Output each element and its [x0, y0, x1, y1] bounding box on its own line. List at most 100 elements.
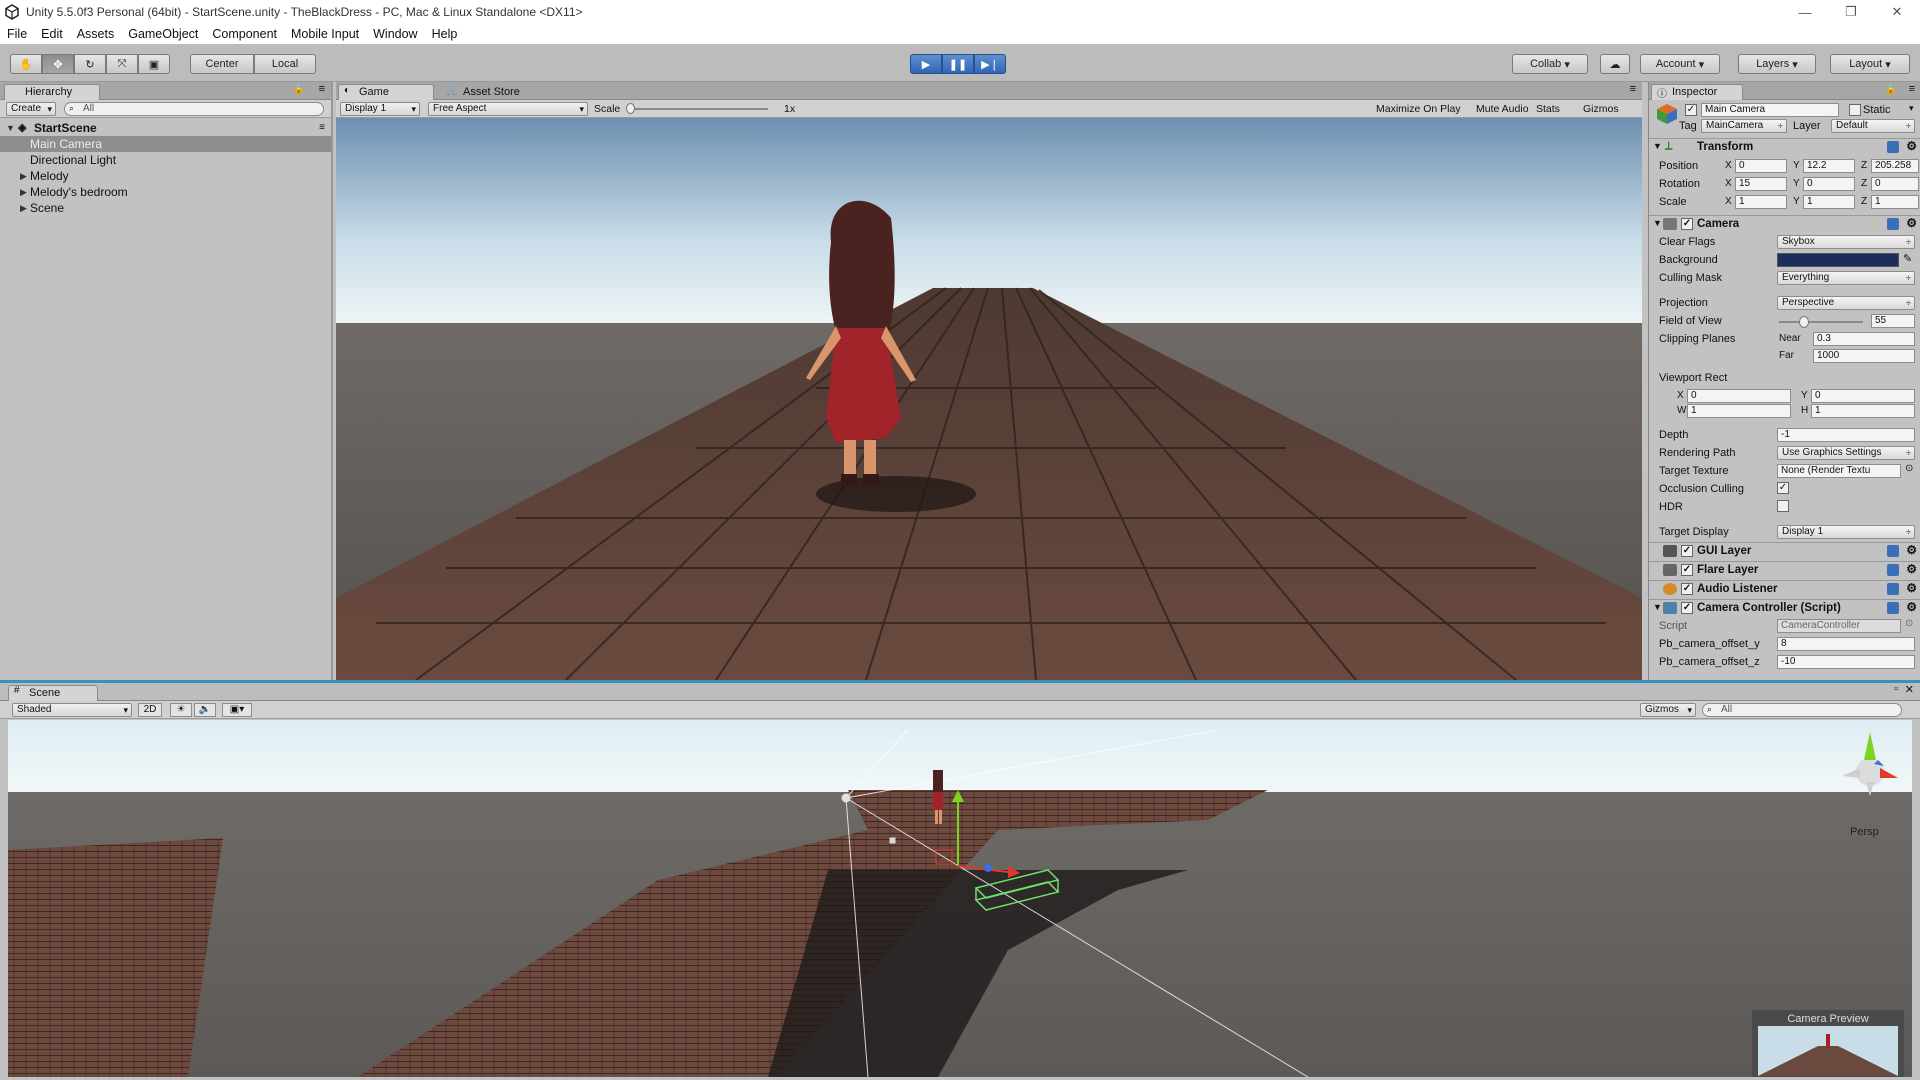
gear-icon[interactable]: ⚙: [1906, 600, 1917, 614]
maximize-icon[interactable]: ▫: [1894, 683, 1898, 695]
step-button[interactable]: ▶❘: [974, 54, 1006, 74]
expand-arrow-icon[interactable]: ▼: [6, 120, 15, 136]
collapse-arrow-icon[interactable]: ▼: [1653, 602, 1662, 612]
audio-toggle-icon[interactable]: 🔈: [194, 703, 216, 717]
menu-mobile-input[interactable]: Mobile Input: [284, 27, 366, 41]
gear-icon[interactable]: ⚙: [1906, 139, 1917, 153]
near-input[interactable]: 0.3: [1813, 332, 1915, 346]
gear-icon[interactable]: ⚙: [1906, 581, 1917, 595]
layer-dropdown[interactable]: Default: [1831, 119, 1915, 133]
lock-icon[interactable]: 🔒: [1885, 84, 1897, 95]
hierarchy-item-scene[interactable]: ▶ Scene: [0, 200, 331, 216]
static-dropdown-icon[interactable]: ▾: [1909, 103, 1914, 114]
close-icon[interactable]: ✕: [1874, 0, 1920, 24]
pause-button[interactable]: ❚❚: [942, 54, 974, 74]
viewport-x-input[interactable]: 0: [1687, 389, 1791, 403]
occlusion-culling-checkbox[interactable]: ✓: [1777, 482, 1789, 494]
pivot-center-button[interactable]: Center: [190, 54, 254, 74]
transform-component-header[interactable]: ▼ ⟂ Transform ⚙: [1649, 138, 1920, 156]
close-icon[interactable]: ✕: [1905, 683, 1914, 696]
camera-controller-component-header[interactable]: ▼ ✓ Camera Controller (Script) ⚙: [1649, 599, 1920, 617]
hierarchy-item-melody[interactable]: ▶ Melody: [0, 168, 331, 184]
scale-z-input[interactable]: 1: [1871, 195, 1919, 209]
target-display-dropdown[interactable]: Display 1: [1777, 525, 1915, 539]
pivot-local-button[interactable]: Local: [254, 54, 316, 74]
hdr-checkbox[interactable]: [1777, 500, 1789, 512]
panel-menu-icon[interactable]: ≡: [319, 83, 325, 95]
camera-enabled-checkbox[interactable]: ✓: [1681, 218, 1693, 230]
floor-plane-left[interactable]: [8, 838, 223, 1077]
object-picker-icon[interactable]: ⊙: [1905, 463, 1913, 474]
scene-menu-icon[interactable]: ≡: [319, 120, 325, 136]
layers-dropdown[interactable]: Layers ▾: [1738, 54, 1816, 74]
hierarchy-search-input[interactable]: All: [64, 102, 324, 116]
tab-asset-store[interactable]: Asset Store: [442, 84, 552, 100]
panel-menu-icon[interactable]: ≡: [1630, 83, 1636, 95]
menu-file[interactable]: File: [0, 27, 34, 41]
eyedropper-icon[interactable]: ✎: [1903, 252, 1912, 265]
fov-slider-thumb[interactable]: [1799, 316, 1810, 328]
help-icon[interactable]: [1887, 218, 1899, 230]
gear-icon[interactable]: ⚙: [1906, 216, 1917, 230]
collab-button[interactable]: Collab ▾: [1512, 54, 1588, 74]
lighting-toggle-icon[interactable]: ☀: [170, 703, 192, 717]
offset-y-input[interactable]: 8: [1777, 637, 1915, 651]
stats-button[interactable]: Stats: [1536, 103, 1560, 115]
tab-scene[interactable]: Scene: [8, 685, 98, 701]
menu-window[interactable]: Window: [366, 27, 424, 41]
hierarchy-item-directional-light[interactable]: Directional Light: [0, 152, 331, 168]
scene-render-view[interactable]: Persp Camera Preview: [8, 720, 1912, 1077]
camera-controller-enabled-checkbox[interactable]: ✓: [1681, 602, 1693, 614]
minimize-icon[interactable]: —: [1782, 0, 1828, 24]
tab-hierarchy[interactable]: Hierarchy: [4, 84, 100, 100]
panel-menu-icon[interactable]: ≡: [1909, 83, 1915, 95]
scale-slider[interactable]: [628, 108, 768, 110]
position-z-input[interactable]: 205.258: [1871, 159, 1919, 173]
background-color-swatch[interactable]: [1777, 253, 1899, 267]
help-icon[interactable]: [1887, 564, 1899, 576]
rotation-z-input[interactable]: 0: [1871, 177, 1919, 191]
menu-gameobject[interactable]: GameObject: [121, 27, 205, 41]
shading-mode-dropdown[interactable]: Shaded: [12, 703, 132, 717]
rendering-path-dropdown[interactable]: Use Graphics Settings: [1777, 446, 1915, 460]
scale-slider-thumb[interactable]: [626, 103, 635, 114]
gui-layer-component-header[interactable]: ✓ GUI Layer ⚙: [1649, 542, 1920, 560]
expand-arrow-icon[interactable]: ▶: [20, 168, 27, 184]
help-icon[interactable]: [1887, 602, 1899, 614]
hand-tool-icon[interactable]: ✋: [10, 54, 42, 74]
help-icon[interactable]: [1887, 583, 1899, 595]
far-input[interactable]: 1000: [1813, 349, 1915, 363]
viewport-w-input[interactable]: 1: [1687, 404, 1791, 418]
mute-audio-button[interactable]: Mute Audio: [1476, 103, 1529, 115]
rect-tool-icon[interactable]: ▣: [138, 54, 170, 74]
restore-icon[interactable]: ❐: [1828, 0, 1874, 24]
collapse-arrow-icon[interactable]: ▼: [1653, 141, 1662, 151]
viewport-h-input[interactable]: 1: [1811, 404, 1915, 418]
rotate-tool-icon[interactable]: ↻: [74, 54, 106, 74]
position-x-input[interactable]: 0: [1735, 159, 1787, 173]
fov-input[interactable]: 55: [1871, 314, 1915, 328]
rotation-y-input[interactable]: 0: [1803, 177, 1855, 191]
menu-component[interactable]: Component: [205, 27, 284, 41]
menu-help[interactable]: Help: [425, 27, 465, 41]
menu-edit[interactable]: Edit: [34, 27, 70, 41]
layout-dropdown[interactable]: Layout ▾: [1830, 54, 1910, 74]
lock-icon[interactable]: 🔒: [293, 84, 305, 95]
scene-gizmos-dropdown[interactable]: Gizmos: [1640, 703, 1696, 717]
audio-listener-component-header[interactable]: ✓ Audio Listener ⚙: [1649, 580, 1920, 598]
gear-icon[interactable]: ⚙: [1906, 543, 1917, 557]
tab-game[interactable]: Game: [338, 84, 434, 100]
fov-slider[interactable]: [1779, 321, 1863, 323]
audio-listener-enabled-checkbox[interactable]: ✓: [1681, 583, 1693, 595]
menu-assets[interactable]: Assets: [70, 27, 122, 41]
flare-layer-component-header[interactable]: ✓ Flare Layer ⚙: [1649, 561, 1920, 579]
gear-icon[interactable]: ⚙: [1906, 562, 1917, 576]
scene-search-input[interactable]: All: [1702, 703, 1902, 717]
scene-root-row[interactable]: ▼ ◈ StartScene ≡: [0, 120, 331, 136]
scale-y-input[interactable]: 1: [1803, 195, 1855, 209]
projection-label[interactable]: Persp: [1850, 826, 1879, 838]
static-checkbox[interactable]: [1849, 104, 1861, 116]
cloud-icon[interactable]: ☁: [1600, 54, 1630, 74]
mode-2d-button[interactable]: 2D: [138, 703, 162, 717]
projection-dropdown[interactable]: Perspective: [1777, 296, 1915, 310]
